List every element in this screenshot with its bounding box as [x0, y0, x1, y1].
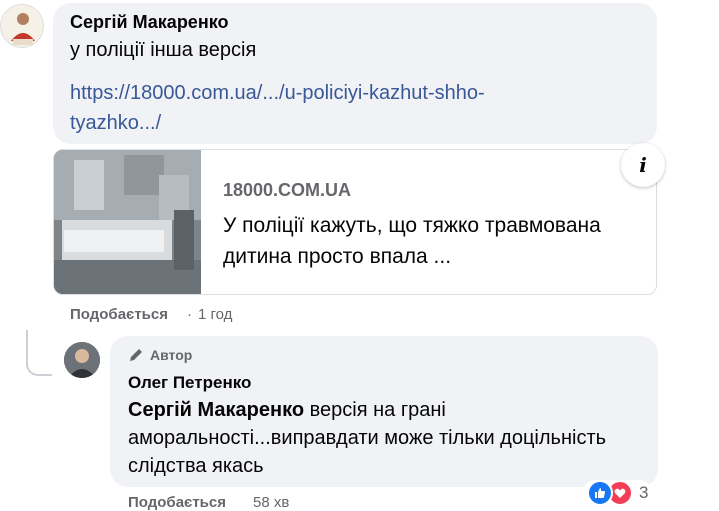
reply-like-button[interactable]: Подобається — [128, 494, 226, 511]
reaction-count: 3 — [639, 483, 649, 502]
pencil-icon — [130, 349, 142, 361]
mention-link[interactable]: Сергій Макаренко — [128, 399, 304, 421]
reply-timestamp[interactable]: 58 хв — [253, 494, 289, 511]
preview-image — [54, 150, 201, 294]
reply-text: Сергій Макаренко версія на грані амораль… — [128, 396, 638, 480]
comment-author[interactable]: Сергій Макаренко — [70, 12, 228, 33]
comment-text: у поліції інша версія — [70, 39, 257, 61]
like-button[interactable]: Подобається — [70, 306, 168, 323]
reactions-summary[interactable]: 3 — [583, 480, 653, 506]
author-badge: Автор — [128, 347, 192, 363]
thread-line — [26, 330, 52, 376]
reply-avatar[interactable] — [64, 342, 100, 378]
like-icon — [587, 480, 613, 506]
comment-link[interactable]: https://18000.com.ua/.../u-policiyi-kazh… — [70, 78, 570, 138]
preview-title[interactable]: У поліції кажуть, що тяжко травмована ди… — [223, 210, 653, 272]
comment-timestamp[interactable]: 1 год — [198, 306, 232, 323]
reply-author[interactable]: Олег Петренко — [128, 373, 251, 393]
avatar-image — [1, 5, 43, 47]
link-preview-card[interactable]: 18000.COM.UA У поліції кажуть, що тяжко … — [53, 149, 657, 295]
avatar[interactable] — [0, 4, 44, 48]
info-icon[interactable]: i — [621, 143, 665, 187]
separator: · — [187, 306, 192, 323]
author-badge-label: Автор — [150, 347, 193, 363]
preview-domain: 18000.COM.UA — [223, 180, 352, 200]
avatar-image — [64, 342, 100, 378]
